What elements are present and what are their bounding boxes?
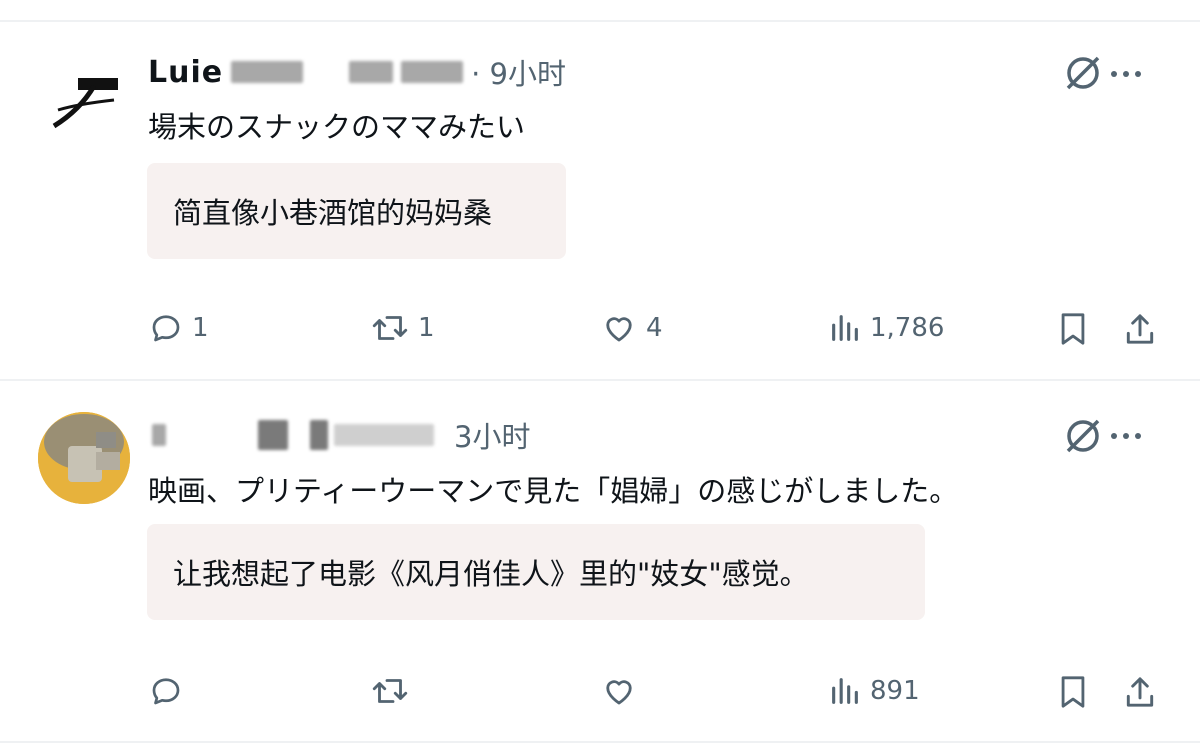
- post-2[interactable]: 3小时 映画、プリティーウーマンで見た「娼婦」の感じがしました。 让我想起了电影…: [0, 381, 1200, 741]
- post-time[interactable]: 3小时: [454, 414, 530, 456]
- bookmark-icon[interactable]: [1056, 673, 1090, 711]
- redacted-handle: [349, 61, 394, 83]
- repost-icon: [372, 679, 408, 703]
- like-button[interactable]: [600, 673, 646, 709]
- redacted-handle: [334, 424, 434, 446]
- views-count: 891: [870, 676, 920, 706]
- views-button[interactable]: 891: [828, 673, 920, 709]
- redacted-handle: [310, 420, 328, 450]
- heart-icon: [606, 317, 632, 342]
- reply-button[interactable]: [148, 673, 192, 709]
- post-time[interactable]: · 9小时: [471, 51, 566, 93]
- like-button[interactable]: 4: [600, 310, 663, 346]
- repost-button[interactable]: 1: [370, 310, 435, 346]
- post-text: 場末のスナックのママみたい: [148, 110, 526, 144]
- translation-box: 简直像小巷酒馆的妈妈桑: [147, 163, 566, 259]
- post-header: 3小时: [148, 415, 530, 455]
- avatar[interactable]: [38, 412, 130, 504]
- reply-icon: [152, 678, 180, 705]
- display-name[interactable]: Luie: [148, 55, 223, 90]
- redacted-handle: [258, 420, 288, 450]
- post-header: Luie · 9小时: [148, 52, 566, 92]
- post-text: 映画、プリティーウーマンで見た「娼婦」の感じがしました。: [148, 474, 959, 508]
- reply-button[interactable]: 1: [148, 310, 209, 346]
- views-button[interactable]: 1,786: [828, 310, 944, 346]
- redacted-handle: [401, 61, 464, 83]
- grok-icon[interactable]: [1062, 415, 1104, 457]
- share-icon[interactable]: [1122, 310, 1158, 348]
- views-count: 1,786: [870, 313, 945, 343]
- heart-icon: [606, 680, 632, 705]
- like-count: 4: [646, 313, 663, 343]
- repost-button[interactable]: [370, 673, 418, 709]
- grok-icon[interactable]: [1062, 52, 1104, 94]
- views-icon: [832, 315, 858, 341]
- more-options-icon[interactable]: [1108, 418, 1144, 454]
- avatar-photo: [38, 412, 130, 504]
- reply-icon: [152, 315, 180, 342]
- redacted-handle: [152, 424, 166, 446]
- more-options-icon[interactable]: [1108, 56, 1144, 92]
- divider-bottom: [0, 741, 1200, 743]
- repost-count: 1: [418, 313, 435, 343]
- avatar[interactable]: [38, 50, 130, 142]
- reply-count: 1: [192, 313, 209, 343]
- avatar-logo-icon: [52, 78, 118, 129]
- repost-icon: [372, 316, 408, 340]
- redacted-handle: [231, 61, 304, 83]
- translation-box: 让我想起了电影《风月俏佳人》里的"妓女"感觉。: [147, 524, 925, 620]
- post-1[interactable]: Luie · 9小时 場末のスナックのママみたい 简直像小巷酒馆的妈妈桑 1 1…: [0, 0, 1200, 379]
- views-icon: [832, 678, 858, 704]
- bookmark-icon[interactable]: [1056, 310, 1090, 348]
- share-icon[interactable]: [1122, 673, 1158, 711]
